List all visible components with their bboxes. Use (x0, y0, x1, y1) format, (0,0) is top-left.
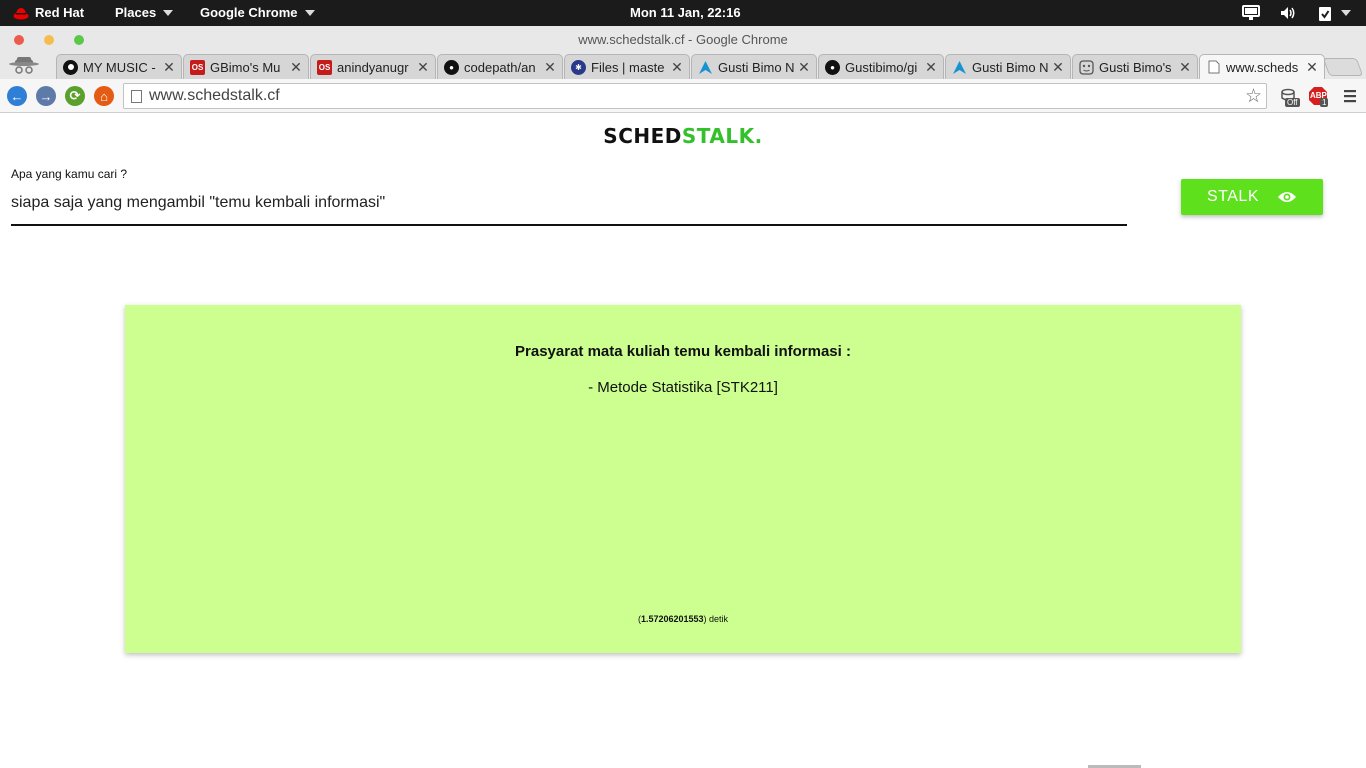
github-icon: ● (825, 59, 840, 75)
tab-label: www.scheds (1226, 59, 1299, 75)
system-top-bar: Red Hat Places Google Chrome Mon 11 Jan,… (0, 0, 1366, 26)
timing-unit: ) detik (703, 614, 729, 624)
os-icon: OS (317, 59, 332, 75)
app-menu-label: Google Chrome (200, 5, 298, 20)
tab-label: codepath/an (464, 59, 536, 75)
close-icon[interactable]: ✕ (544, 59, 556, 76)
activities-menu[interactable]: Red Hat (12, 0, 84, 26)
reload-icon: ⟳ (69, 88, 81, 103)
search-label: Apa yang kamu cari ? (11, 167, 128, 181)
close-icon[interactable]: ✕ (1306, 59, 1318, 76)
reload-button[interactable]: ⟳ (65, 86, 85, 106)
tab-my-music[interactable]: MY MUSIC - ✕ (56, 54, 182, 79)
logo-text-stalk: STALK. (681, 124, 763, 148)
places-menu[interactable]: Places (115, 0, 174, 26)
home-button[interactable]: ⌂ (94, 86, 114, 106)
chrome-menu-button[interactable] (1342, 88, 1358, 104)
hamburger-menu-icon (1344, 90, 1356, 103)
close-icon[interactable]: ✕ (417, 59, 429, 76)
window-titlebar: www.schedstalk.cf - Google Chrome (0, 26, 1366, 52)
music-icon (63, 59, 78, 75)
result-card: Prasyarat mata kuliah temu kembali infor… (125, 305, 1241, 653)
places-label: Places (115, 5, 157, 20)
page-icon (1206, 60, 1221, 75)
tab-anindyanugr[interactable]: OS anindyanugr ✕ (310, 54, 436, 79)
tab-strip: MY MUSIC - ✕ OS GBimo's Mu ✕ OS anindyan… (0, 52, 1366, 79)
eye-icon (1278, 192, 1296, 202)
close-icon[interactable]: ✕ (798, 59, 810, 76)
distro-label: Red Hat (35, 5, 85, 20)
tab-codepath[interactable]: ● codepath/an ✕ (437, 54, 563, 79)
home-icon: ⌂ (100, 88, 108, 104)
extension-off-button[interactable]: Off (1279, 86, 1300, 107)
url-text: www.schedstalk.cf (149, 87, 280, 104)
volume-icon (1279, 4, 1297, 22)
close-icon[interactable]: ✕ (925, 59, 937, 76)
logo-text-sched: SCHED (603, 124, 682, 148)
tab-label: MY MUSIC - (83, 59, 156, 75)
tab-gusti-bimo-3[interactable]: Gusti Bimo's ✕ (1072, 54, 1198, 79)
close-icon[interactable]: ✕ (1179, 59, 1191, 76)
result-heading: Prasyarat mata kuliah temu kembali infor… (515, 343, 851, 360)
close-icon[interactable]: ✕ (1052, 59, 1064, 76)
arch-icon (952, 60, 967, 75)
app-menu[interactable]: Google Chrome (200, 0, 315, 26)
tab-gbimo-music[interactable]: OS GBimo's Mu ✕ (183, 54, 309, 79)
timing-value: 1.57206201553 (640, 614, 704, 624)
site-logo[interactable]: SCHEDSTALK. (0, 124, 1366, 148)
page-content: SCHEDSTALK. Apa yang kamu cari ? STALK P… (0, 114, 1366, 768)
adblock-count-badge: 1 (1320, 98, 1329, 107)
redhat-logo-icon (12, 4, 30, 22)
arrow-left-icon: ← (10, 88, 24, 104)
tab-label: Files | maste (591, 59, 665, 75)
back-button[interactable]: ← (7, 86, 27, 106)
network-icon (1242, 4, 1260, 22)
address-bar[interactable]: www.schedstalk.cf ☆ (123, 83, 1267, 109)
forward-button[interactable]: → (36, 86, 56, 106)
clipboard-check-icon (1316, 4, 1334, 22)
system-tray[interactable] (1242, 0, 1351, 26)
bookmark-star-icon[interactable]: ☆ (1245, 85, 1262, 108)
tab-files-master[interactable]: ✱ Files | maste ✕ (564, 54, 690, 79)
tab-gustibimo-github[interactable]: ● Gustibimo/gi ✕ (818, 54, 944, 79)
tab-schedstalk[interactable]: www.scheds ✕ (1199, 54, 1325, 79)
tab-label: anindyanugr (337, 59, 409, 75)
new-tab-button[interactable] (1322, 58, 1364, 76)
github-icon: ● (444, 59, 459, 75)
tab-label: Gusti Bimo N (718, 59, 794, 75)
tab-label: Gusti Bimo N (972, 59, 1048, 75)
result-item: - Metode Statistika [STK211] (588, 379, 778, 396)
profile-avatar-icon[interactable] (6, 54, 42, 76)
stalk-button[interactable]: STALK (1181, 179, 1323, 215)
tab-gusti-bimo-1[interactable]: Gusti Bimo N ✕ (691, 54, 817, 79)
browser-toolbar: ← → ⟳ ⌂ www.schedstalk.cf ☆ Off ABP 1 (0, 79, 1366, 113)
clock-label: Mon 11 Jan, 22:16 (630, 5, 741, 20)
window-title: www.schedstalk.cf - Google Chrome (578, 32, 788, 47)
tab-label: Gusti Bimo's (1099, 59, 1172, 75)
page-icon (131, 90, 142, 103)
chevron-down-icon (304, 10, 315, 16)
stalk-button-label: STALK (1207, 188, 1259, 205)
arch-icon (698, 60, 713, 75)
clock[interactable]: Mon 11 Jan, 22:16 (630, 0, 741, 26)
tab-gusti-bimo-2[interactable]: Gusti Bimo N ✕ (945, 54, 1071, 79)
tab-label: Gustibimo/gi (845, 59, 918, 75)
arrow-right-icon: → (39, 88, 53, 104)
close-icon[interactable]: ✕ (163, 59, 175, 76)
chevron-down-icon (1341, 10, 1351, 16)
face-icon (1079, 59, 1094, 75)
adblock-button[interactable]: ABP 1 (1308, 86, 1329, 107)
search-input[interactable] (11, 190, 1127, 226)
close-icon[interactable]: ✕ (290, 59, 302, 76)
tab-label: GBimo's Mu (210, 59, 281, 75)
os-icon: OS (190, 59, 205, 75)
query-timing: (1.57206201553) detik (125, 614, 1241, 624)
chevron-down-icon (163, 10, 174, 16)
extension-badge: Off (1285, 98, 1300, 107)
files-icon: ✱ (571, 59, 586, 75)
close-icon[interactable]: ✕ (671, 59, 683, 76)
